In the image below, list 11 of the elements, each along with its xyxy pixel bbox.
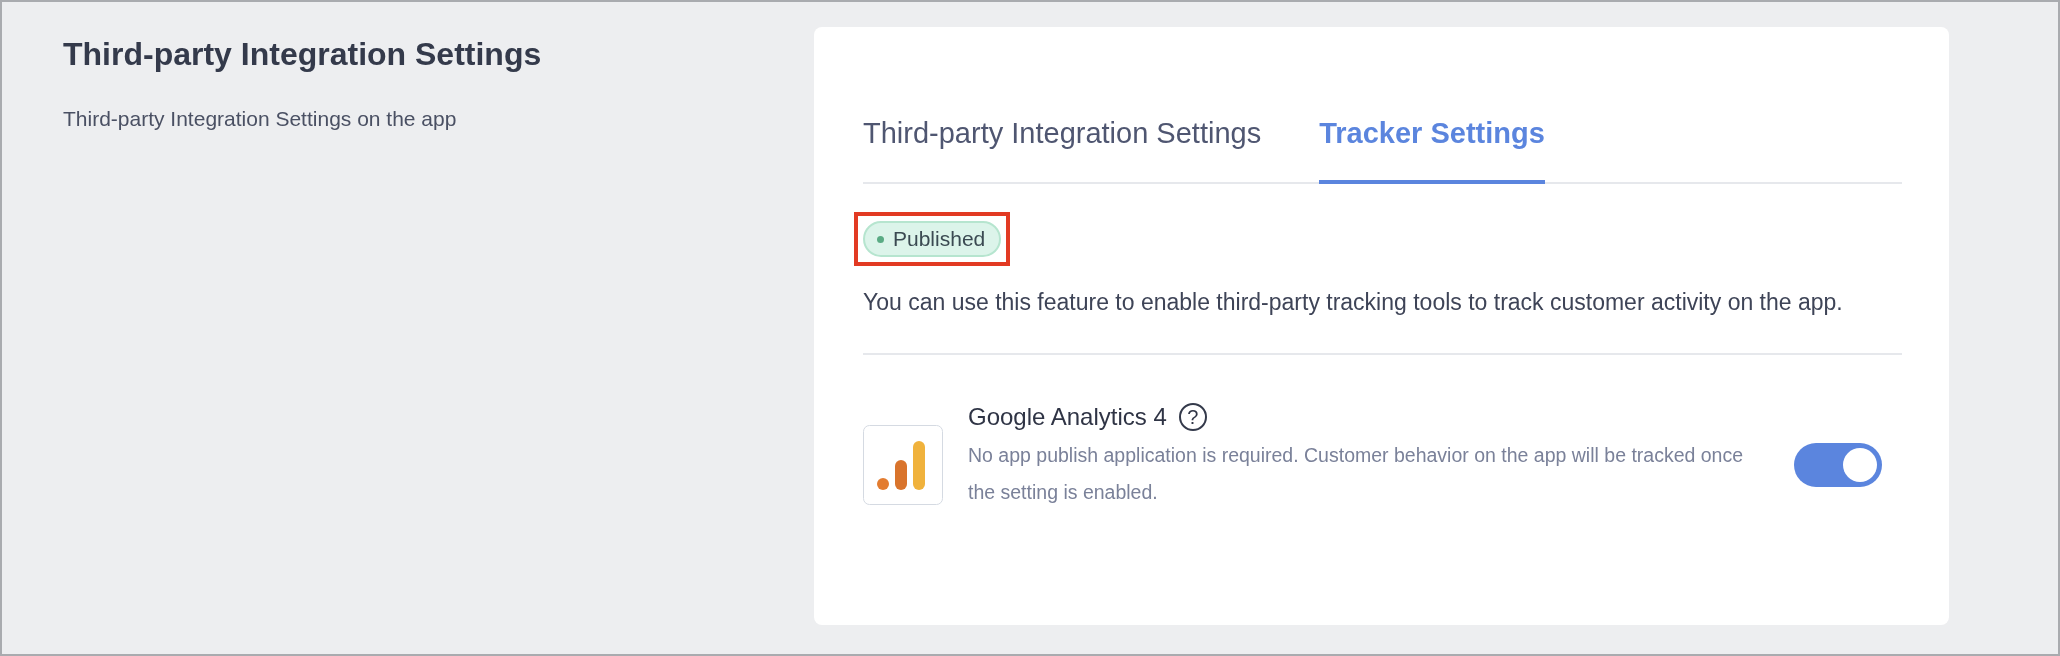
page-subtitle: Third-party Integration Settings on the app bbox=[63, 107, 458, 131]
status-badge: Published bbox=[863, 221, 1002, 257]
page-title: Third-party Integration Settings bbox=[63, 36, 543, 73]
tracker-description: No app publish application is required. Customer behavior on the app will be tracked once the setting is enabled. bbox=[968, 443, 1745, 505]
feature-description: You can use this feature to enable third-party tracking tools to track customer activity on the app. bbox=[863, 288, 1844, 317]
toggle-switch[interactable] bbox=[1794, 443, 1882, 487]
analytics-logo-icon bbox=[863, 425, 943, 505]
tracker-name: Google Analytics 4 bbox=[968, 403, 1167, 431]
tab[interactable]: Tracker Settings bbox=[1319, 107, 1545, 184]
help-icon[interactable]: ? bbox=[1178, 403, 1207, 431]
tab[interactable]: Third-party Integration Settings bbox=[863, 107, 1262, 184]
